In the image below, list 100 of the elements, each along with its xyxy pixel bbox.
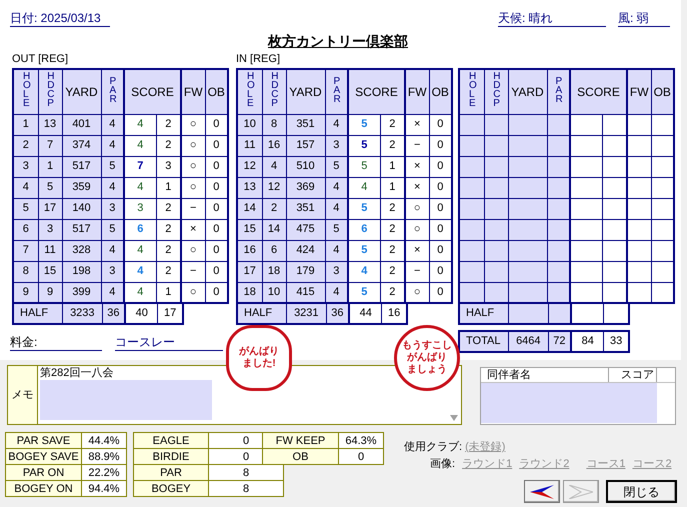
table-cell: 424 [286, 240, 325, 261]
table-cell: 17 [38, 198, 62, 219]
table-cell: × [405, 240, 429, 261]
table-cell: 5 [13, 198, 38, 219]
table-cell: ○ [181, 240, 205, 261]
stat-value: 88.9% [82, 448, 126, 464]
column-header: HOLE [468, 72, 475, 108]
half-label: HALF [13, 303, 63, 324]
table-cell: 0 [205, 219, 228, 240]
scroll-down-icon[interactable] [450, 415, 458, 421]
table-cell: 11 [38, 240, 62, 261]
stat-value: 0 [338, 448, 384, 464]
column-header: OB [651, 69, 674, 114]
table-cell: 8 [13, 261, 38, 282]
table-cell: 3 [13, 156, 38, 177]
table-cell: 33 [604, 331, 629, 352]
score-cell: 4 [124, 240, 156, 261]
stat-label: BOGEY SAVE [6, 448, 82, 464]
table-cell: 0 [205, 177, 228, 198]
memo-input-field[interactable] [40, 380, 212, 420]
table-cell: 3231 [286, 303, 326, 324]
table-cell: 0 [429, 219, 452, 240]
table-cell: 1 [38, 156, 62, 177]
table-cell: 36 [326, 303, 350, 324]
half-label: HALF [459, 303, 509, 324]
table-cell: 6 [13, 219, 38, 240]
score-cell: 6 [348, 219, 380, 240]
arrow-right-icon [569, 484, 593, 498]
score-cell: 5 [348, 135, 380, 156]
table-cell: − [181, 198, 205, 219]
table-cell: 374 [62, 135, 101, 156]
back-button[interactable] [524, 480, 560, 503]
column-header: SCORE [348, 69, 405, 114]
table-cell: × [405, 177, 429, 198]
table-cell: 12 [262, 177, 286, 198]
table-cell: ○ [181, 177, 205, 198]
image-link[interactable]: ラウンド1 [462, 457, 512, 471]
table-cell: 17 [237, 261, 262, 282]
course-rate-label: コースレー [115, 334, 223, 351]
image-link[interactable]: ラウンド2 [519, 457, 570, 471]
table-cell: ○ [181, 135, 205, 156]
stat-label: PAR [134, 464, 208, 480]
score-cell: 5 [348, 114, 380, 135]
table-cell: 15 [38, 261, 62, 282]
table-cell: 140 [62, 198, 101, 219]
memo-text: 第282回一八会 [40, 367, 114, 380]
close-button[interactable]: 閉じる [606, 480, 677, 503]
images-label: 画像: [430, 457, 456, 471]
table-cell: 14 [262, 219, 286, 240]
score-cell: 4 [348, 177, 380, 198]
table-cell: 13 [237, 177, 262, 198]
column-header: スコア [609, 368, 657, 382]
clubs-link[interactable]: (未登録) [465, 440, 506, 454]
wind-label: 風: 弱 [618, 10, 670, 27]
table-cell: 16 [262, 135, 286, 156]
column-header: PAR [333, 76, 340, 104]
score-cell: 4 [124, 261, 156, 282]
table-cell: 16 [237, 240, 262, 261]
table-cell: 1 [13, 114, 38, 135]
column-header: FW [181, 69, 205, 114]
table-cell: 0 [429, 261, 452, 282]
table-cell: 12 [237, 156, 262, 177]
table-cell: 0 [429, 282, 452, 303]
table-cell: 0 [205, 135, 228, 156]
table-cell: 17 [158, 303, 183, 324]
table-cell: − [405, 135, 429, 156]
stat-label: FW KEEP [262, 432, 338, 448]
stat-value: 8 [208, 480, 284, 496]
table-cell: 0 [205, 282, 228, 303]
column-header: SCORE [570, 69, 627, 114]
column-header: HOLE [22, 72, 29, 108]
image-link[interactable]: コース2 [632, 457, 672, 471]
section-label: OUT [REG] [12, 52, 70, 67]
column-header: OB [205, 69, 228, 114]
table-cell: × [405, 156, 429, 177]
table-cell: × [405, 114, 429, 135]
table-cell: 72 [548, 331, 572, 352]
table-cell: 401 [62, 114, 101, 135]
stat-label: EAGLE [134, 432, 208, 448]
table-cell: 18 [237, 282, 262, 303]
table-cell: 18 [262, 261, 286, 282]
table-cell: ○ [405, 282, 429, 303]
table-cell: 3 [38, 219, 62, 240]
score-cell: 5 [348, 240, 380, 261]
stat-label: BIRDIE [134, 448, 208, 464]
section-label: IN [REG] [236, 52, 282, 67]
score-cell: 4 [124, 282, 156, 303]
column-header: HDCP [271, 72, 277, 108]
table-cell: 0 [429, 177, 452, 198]
score-cell: 4 [124, 135, 156, 156]
image-link[interactable]: コース1 [586, 457, 626, 471]
table-cell: 36 [102, 303, 126, 324]
table-cell: 179 [286, 261, 325, 282]
score-cell: 6 [124, 219, 156, 240]
table-cell: 0 [429, 240, 452, 261]
table-cell: 6464 [508, 331, 548, 352]
score-cell: 4 [348, 261, 380, 282]
total-label: TOTAL [459, 331, 509, 352]
table-cell: 4 [262, 156, 286, 177]
score-cell: 3 [124, 198, 156, 219]
